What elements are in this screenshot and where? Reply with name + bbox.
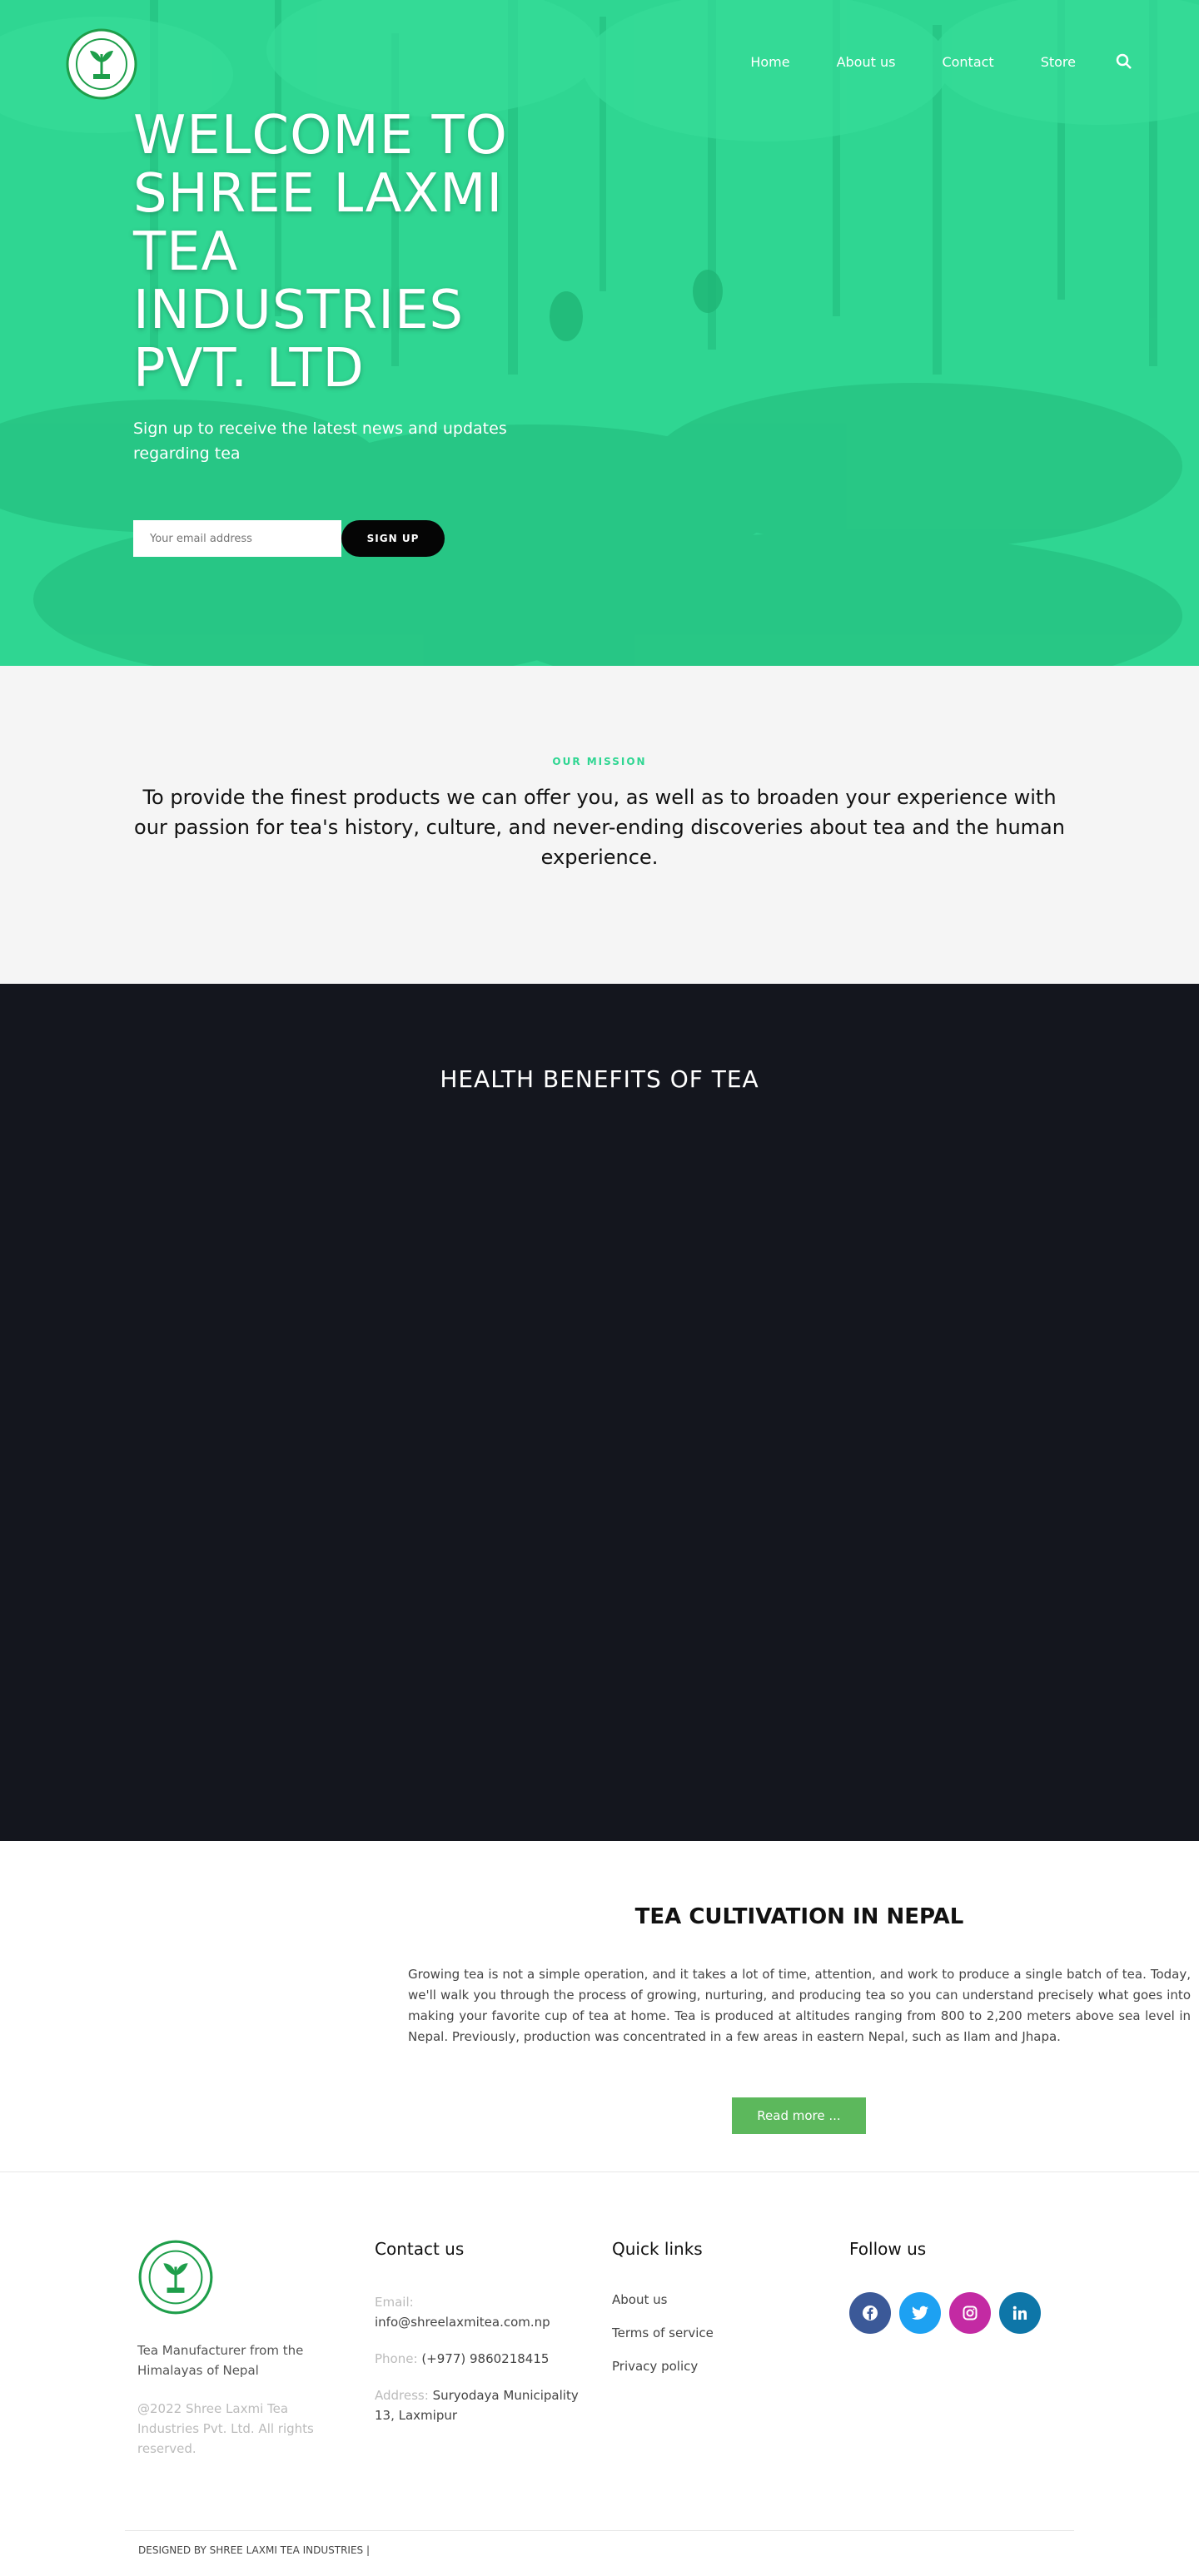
signup-button[interactable]: SIGN UP xyxy=(341,520,445,557)
footer-brand: Tea Manufacturer from the Himalayas of N… xyxy=(137,2239,337,2459)
linkedin-icon xyxy=(1012,2305,1027,2320)
hero-subtitle: Sign up to receive the latest news and u… xyxy=(133,419,507,463)
email-label: Email: xyxy=(375,2295,414,2310)
hero-section: Home About us Contact Store WELCOME TO S… xyxy=(0,0,1199,666)
health-benefits-title: HEALTH BENEFITS OF TEA xyxy=(440,1065,759,1093)
footer-link-terms[interactable]: Terms of service xyxy=(612,2325,837,2340)
hero-title: WELCOME TO SHREE LAXMI TEA INDUSTRIES PV… xyxy=(133,105,508,400)
nav-contact[interactable]: Contact xyxy=(942,54,993,70)
email-input[interactable] xyxy=(133,520,341,557)
read-more-button[interactable]: Read more ... xyxy=(732,2097,866,2134)
twitter-link[interactable] xyxy=(899,2292,941,2334)
linkedin-link[interactable] xyxy=(999,2292,1041,2334)
follow-heading: Follow us xyxy=(849,2239,927,2259)
social-links xyxy=(849,2292,1074,2334)
footer-copyright: @2022 Shree Laxmi Tea Industries Pvt. Lt… xyxy=(137,2401,314,2456)
footer-logo xyxy=(138,2240,213,2315)
phone-label: Phone: xyxy=(375,2351,418,2366)
contact-heading: Contact us xyxy=(375,2239,465,2259)
footer-link-about-us[interactable]: About us xyxy=(612,2292,837,2307)
mission-section: OUR MISSION To provide the finest produc… xyxy=(0,666,1199,984)
cultivation-title: TEA CULTIVATION IN NEPAL xyxy=(634,1904,964,1929)
footer-quick-links: Quick links About us Terms of service Pr… xyxy=(612,2239,837,2392)
newsletter-signup: SIGN UP xyxy=(133,520,445,557)
nav-menu: Home About us Contact Store xyxy=(704,53,1132,70)
cultivation-text: Growing tea is not a simple operation, a… xyxy=(408,1967,1191,2044)
contact-phone: Phone: (+977) 9860218415 xyxy=(375,2349,600,2369)
instagram-icon xyxy=(963,2305,978,2320)
nav-about-us[interactable]: About us xyxy=(837,54,896,70)
contact-email: Email: info@shreelaxmitea.com.np xyxy=(375,2292,600,2332)
instagram-link[interactable] xyxy=(949,2292,991,2334)
mission-text: To provide the finest products we can of… xyxy=(134,786,1065,869)
mission-label: OUR MISSION xyxy=(552,756,647,767)
nav-home[interactable]: Home xyxy=(750,54,789,70)
footer-follow: Follow us xyxy=(849,2239,1074,2334)
footer-credit: DESIGNED BY SHREE LAXMI TEA INDUSTRIES | xyxy=(125,2530,1074,2556)
health-benefits-section: HEALTH BENEFITS OF TEA xyxy=(0,984,1199,1841)
facebook-icon xyxy=(863,2305,878,2320)
footer-link-privacy[interactable]: Privacy policy xyxy=(612,2359,837,2374)
phone-value[interactable]: (+977) 9860218415 xyxy=(421,2351,549,2366)
address-label: Address: xyxy=(375,2388,429,2403)
footer-contact: Contact us Email: info@shreelaxmitea.com… xyxy=(375,2239,600,2442)
email-value[interactable]: info@shreelaxmitea.com.np xyxy=(375,2315,550,2330)
company-logo[interactable] xyxy=(65,27,138,101)
facebook-link[interactable] xyxy=(849,2292,891,2334)
contact-address: Address: Suryodaya Municipality 13, Laxm… xyxy=(375,2385,600,2425)
tea-cultivation-section: TEA CULTIVATION IN NEPAL Growing tea is … xyxy=(0,1841,1199,2172)
twitter-icon xyxy=(912,2305,928,2320)
quick-links-heading: Quick links xyxy=(612,2239,703,2259)
footer-tagline: Tea Manufacturer from the Himalayas of N… xyxy=(137,2343,304,2378)
search-icon[interactable] xyxy=(1116,53,1132,70)
footer: Tea Manufacturer from the Himalayas of N… xyxy=(0,2172,1199,2567)
nav-store[interactable]: Store xyxy=(1041,54,1076,70)
